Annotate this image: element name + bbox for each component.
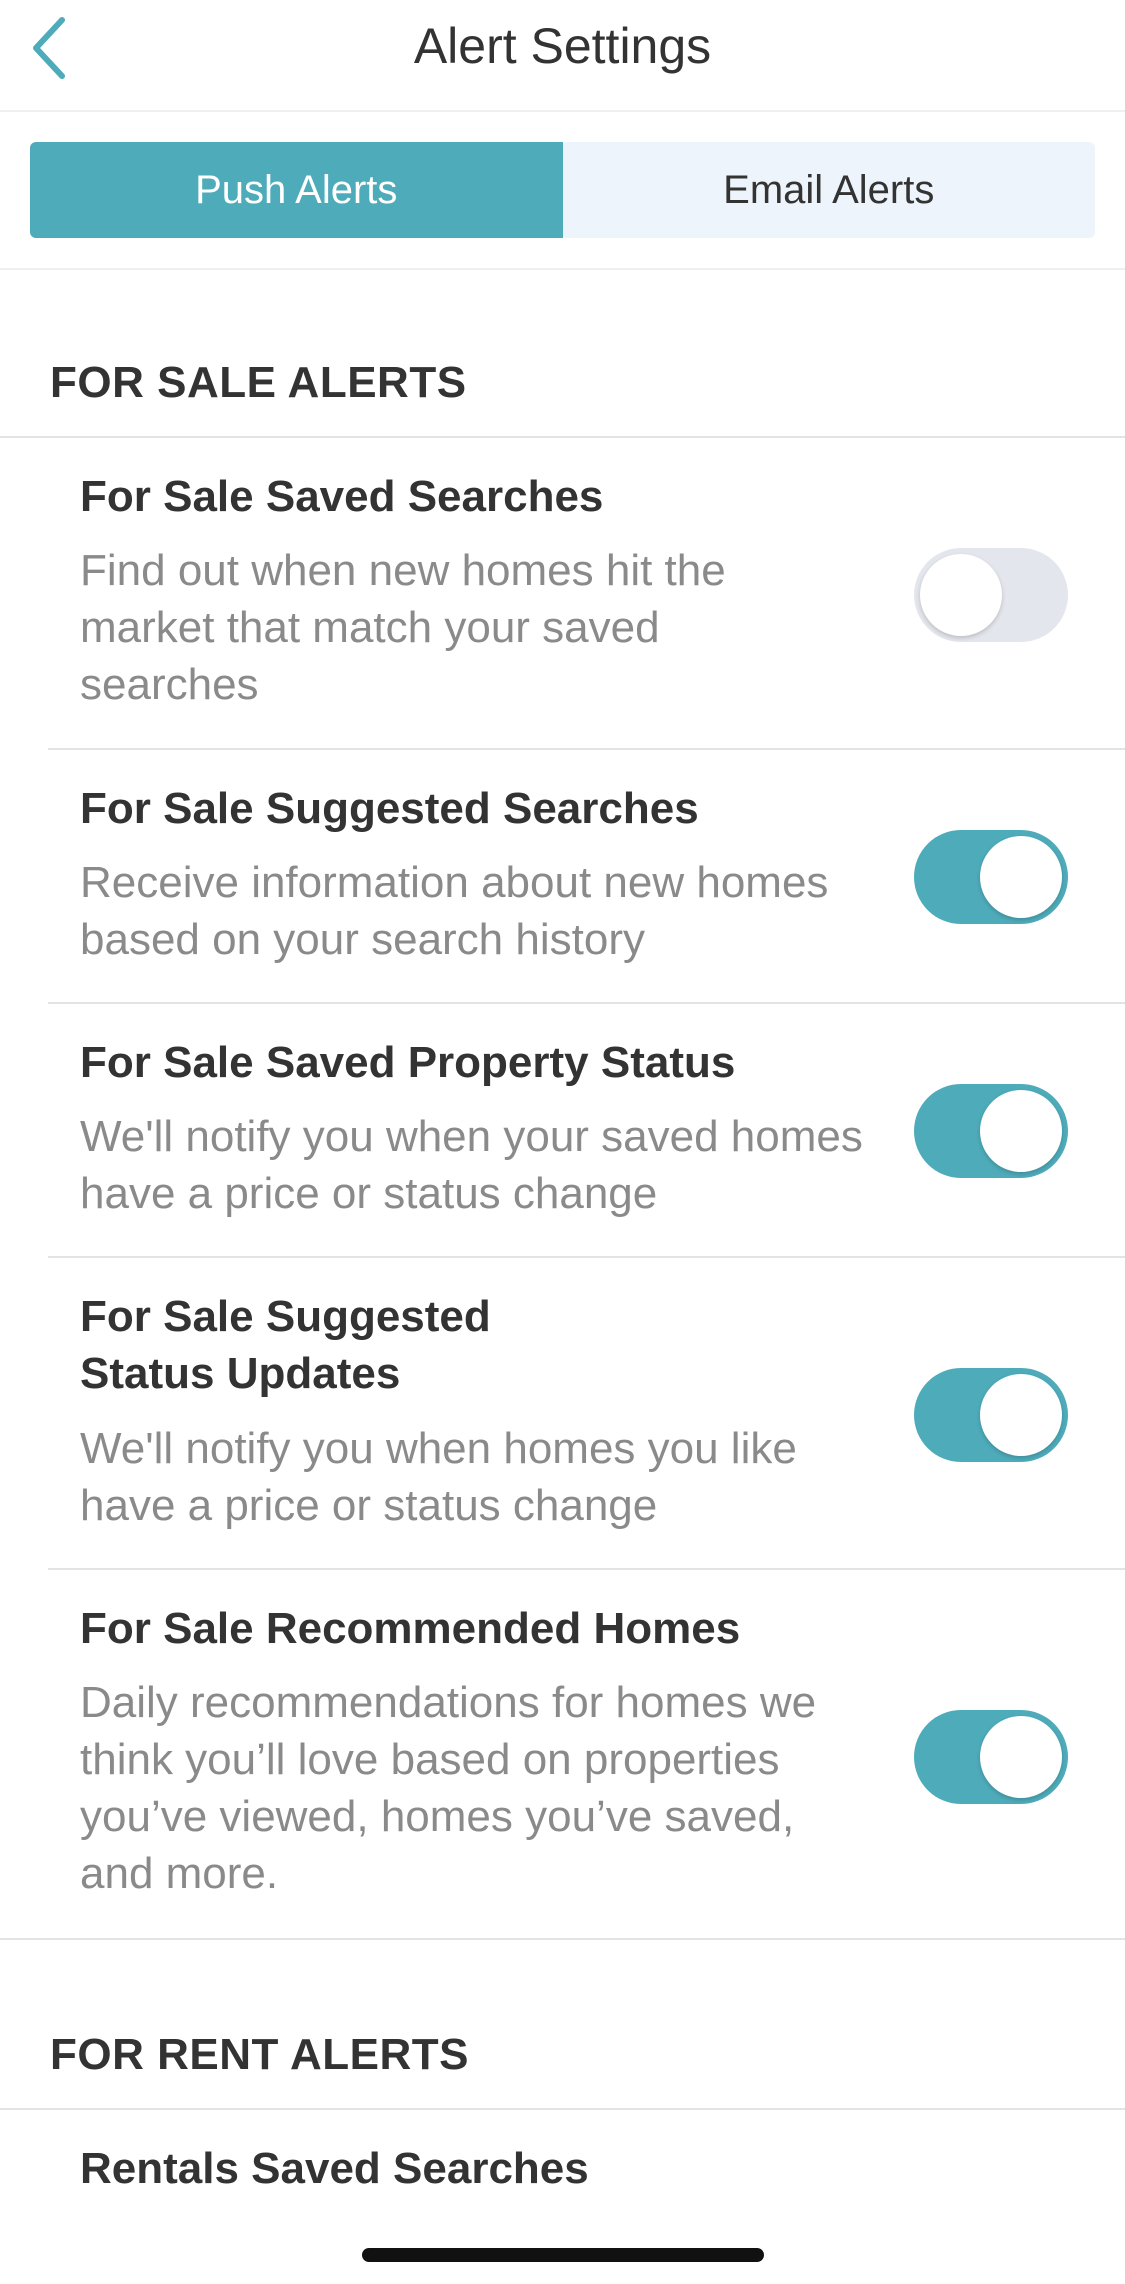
alert-row-suggested-searches: For Sale Suggested Searches Receive info… — [0, 750, 1125, 1004]
toggle-knob — [920, 554, 1002, 636]
segmented-control: Push Alerts Email Alerts — [30, 142, 1095, 238]
alert-title: For Sale Suggested Status Updates — [80, 1292, 491, 1398]
section-title: FOR RENT ALERTS — [50, 2030, 469, 2079]
alert-row-suggested-status-updates: For Sale Suggested Status Updates We'll … — [0, 1258, 1125, 1570]
alert-row-saved-searches: For Sale Saved Searches Find out when ne… — [0, 438, 1125, 750]
toggle-saved-searches[interactable] — [914, 548, 1068, 642]
alert-description: Receive information about new homes base… — [80, 858, 829, 964]
toggle-suggested-status-updates[interactable] — [914, 1368, 1068, 1462]
toggle-knob — [980, 836, 1062, 918]
alert-description: We'll notify you when homes you like hav… — [80, 1424, 797, 1530]
alert-description: Find out when new homes hit the market t… — [80, 546, 726, 709]
nav-header: Alert Settings — [0, 0, 1125, 112]
alert-description: We'll notify you when your saved homes h… — [80, 1112, 863, 1218]
toggle-knob — [980, 1090, 1062, 1172]
toggle-saved-property-status[interactable] — [914, 1084, 1068, 1178]
alert-title: For Sale Saved Property Status — [80, 1038, 736, 1087]
toggle-knob — [980, 1374, 1062, 1456]
alert-description: Daily recommendations for homes we think… — [80, 1678, 817, 1898]
section-header-for-sale: FOR SALE ALERTS — [0, 270, 1125, 438]
home-indicator[interactable] — [362, 2248, 764, 2262]
section-title: FOR SALE ALERTS — [50, 358, 467, 407]
alert-type-switcher: Push Alerts Email Alerts — [0, 112, 1125, 270]
toggle-knob — [980, 1716, 1062, 1798]
page-title: Alert Settings — [413, 18, 712, 74]
alert-title: For Sale Saved Searches — [80, 472, 604, 521]
alert-settings-screen: Alert Settings Push Alerts Email Alerts … — [0, 0, 1125, 2284]
tab-push-alerts[interactable]: Push Alerts — [30, 142, 563, 238]
alert-row-saved-property-status: For Sale Saved Property Status We'll not… — [0, 1004, 1125, 1258]
section-header-for-rent: FOR RENT ALERTS — [0, 1940, 1125, 2110]
alert-title-rentals-saved-searches[interactable]: Rentals Saved Searches — [80, 2140, 880, 2184]
alert-row-recommended-homes: For Sale Recommended Homes Daily recomme… — [0, 1570, 1125, 1940]
toggle-recommended-homes[interactable] — [914, 1710, 1068, 1804]
alert-title: For Sale Suggested Searches — [80, 784, 699, 833]
tab-email-alerts[interactable]: Email Alerts — [562, 142, 1095, 238]
toggle-suggested-searches[interactable] — [914, 830, 1068, 924]
alert-title: For Sale Recommended Homes — [80, 1604, 741, 1653]
